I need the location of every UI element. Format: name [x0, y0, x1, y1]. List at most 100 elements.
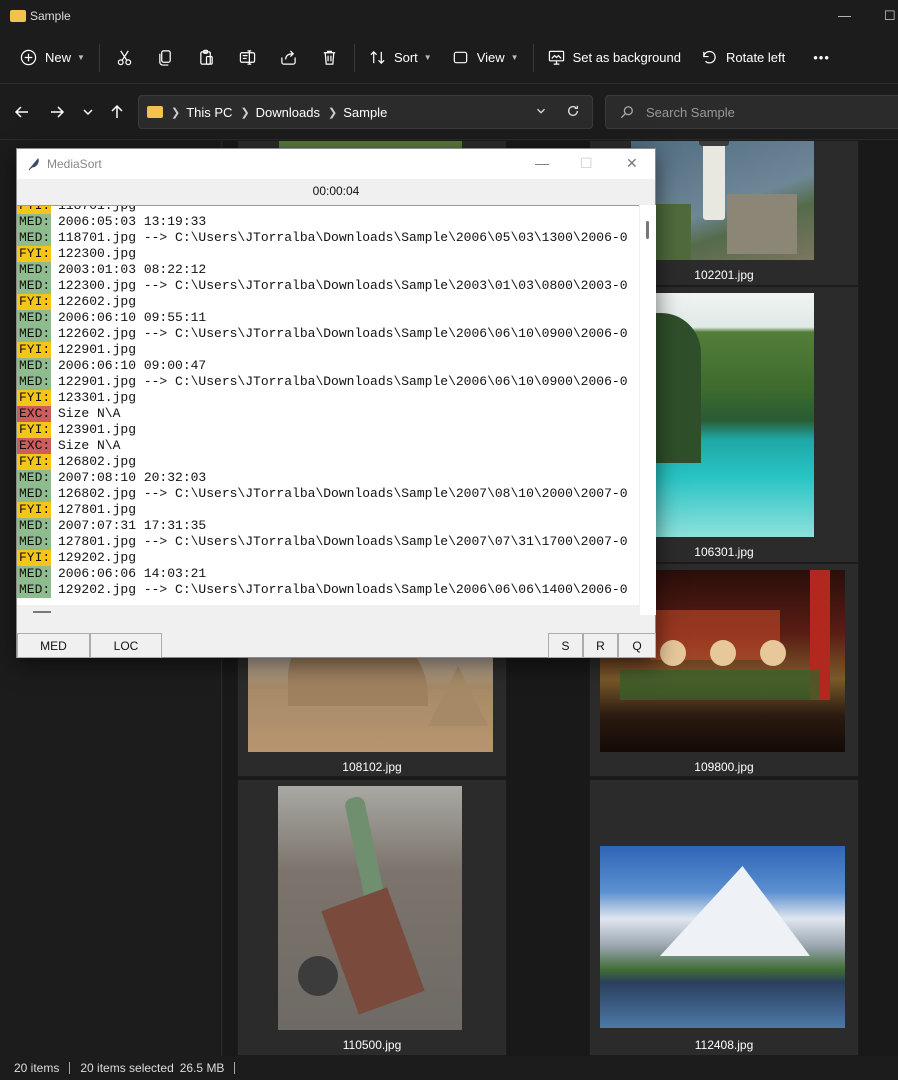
- log-tag: MED:: [17, 582, 51, 598]
- log-line: MED: 122300.jpg --> C:\Users\JTorralba\Do…: [17, 278, 628, 294]
- file-tile[interactable]: 110500.jpg: [237, 779, 507, 1056]
- log-text: Size N\A: [58, 438, 121, 453]
- address-dropdown-button[interactable]: [534, 104, 548, 121]
- arrow-right-icon: [51, 106, 65, 118]
- log-line: MED: 2003:01:03 08:22:12: [17, 262, 206, 278]
- log-line: FYI: 118701.jpg: [17, 206, 136, 214]
- breadcrumb-sample[interactable]: Sample: [343, 105, 387, 120]
- search-input[interactable]: [646, 104, 846, 120]
- minimize-button[interactable]: —: [535, 155, 549, 171]
- log-line: MED: 2006:06:10 09:55:11: [17, 310, 206, 326]
- s-button[interactable]: S: [548, 633, 583, 658]
- file-name: 108102.jpg: [342, 760, 402, 774]
- view-button[interactable]: View ▼: [442, 40, 529, 76]
- more-options-button[interactable]: •••: [803, 40, 840, 76]
- rotate-left-icon: [703, 50, 716, 64]
- vertical-scrollbar[interactable]: [640, 205, 656, 615]
- log-text: 2006:06:10 09:55:11: [58, 310, 207, 325]
- log-tag: EXC:: [17, 406, 51, 422]
- log-text: 129202.jpg --> C:\Users\JTorralba\Downlo…: [58, 582, 628, 597]
- rotate-left-label: Rotate left: [725, 50, 786, 65]
- log-tag: MED:: [17, 214, 51, 230]
- rotate-left-button[interactable]: Rotate left: [691, 40, 795, 76]
- new-button[interactable]: New ▼: [10, 40, 95, 76]
- log-line: MED: 2006:05:03 13:19:33: [17, 214, 206, 230]
- rename-button[interactable]: [227, 40, 268, 76]
- log-text: 122901.jpg --> C:\Users\JTorralba\Downlo…: [58, 374, 628, 389]
- address-bar[interactable]: ❯ This PC ❯ Downloads ❯ Sample: [138, 95, 593, 129]
- scroll-thumb[interactable]: [33, 611, 51, 613]
- refresh-icon: [567, 105, 579, 116]
- r-button[interactable]: R: [583, 633, 618, 658]
- sort-label: Sort: [393, 50, 418, 65]
- log-text: 126802.jpg: [58, 454, 137, 469]
- log-output: FYI: 118701.jpg MED: 2006:05:03 13:19:33 MED…: [17, 205, 639, 605]
- forward-button[interactable]: [47, 102, 67, 122]
- sort-button[interactable]: Sort ▼: [359, 40, 442, 76]
- copy-button[interactable]: [145, 40, 186, 76]
- log-tag: FYI:: [17, 390, 51, 406]
- log-line: MED: 126802.jpg --> C:\Users\JTorralba\Do…: [17, 486, 628, 502]
- log-tag: EXC:: [17, 438, 51, 454]
- mediasort-title: MediaSort: [47, 157, 102, 171]
- file-tile[interactable]: 112408.jpg: [589, 779, 859, 1056]
- breadcrumb-this-pc[interactable]: This PC: [186, 105, 232, 120]
- minimize-button[interactable]: —: [838, 8, 851, 23]
- log-line: MED: 2006:06:10 09:00:47: [17, 358, 206, 374]
- title-bar: Sample — ☐: [0, 0, 898, 32]
- search-box[interactable]: [605, 95, 898, 129]
- breadcrumb-downloads[interactable]: Downloads: [256, 105, 320, 120]
- log-line: FYI: 122901.jpg: [17, 342, 136, 358]
- log-line: FYI: 129202.jpg: [17, 550, 136, 566]
- scroll-thumb[interactable]: [646, 221, 649, 239]
- maximize-button[interactable]: ☐: [884, 8, 896, 24]
- status-bar: 20 items 20 items selected 26.5 MB: [0, 1056, 898, 1080]
- breadcrumb-chevron-icon: ❯: [171, 106, 181, 119]
- paste-button[interactable]: [186, 40, 227, 76]
- set-as-background-button[interactable]: Set as background: [538, 40, 691, 76]
- log-text: Size N\A: [58, 406, 121, 421]
- rename-icon: [239, 50, 256, 65]
- search-icon: [620, 106, 633, 119]
- back-button[interactable]: [12, 102, 32, 122]
- log-line: EXC: Size N\A: [17, 438, 120, 454]
- log-tag: MED:: [17, 230, 51, 246]
- horizontal-scrollbar[interactable]: [17, 605, 639, 619]
- window-title: Sample: [30, 9, 71, 23]
- loc-button[interactable]: LOC: [90, 633, 162, 658]
- log-line: MED: 2006:06:06 14:03:21: [17, 566, 206, 582]
- log-text: 122300.jpg --> C:\Users\JTorralba\Downlo…: [58, 278, 628, 293]
- med-button[interactable]: MED: [17, 633, 90, 658]
- log-tag: MED:: [17, 310, 51, 326]
- q-button[interactable]: Q: [618, 633, 656, 658]
- close-button[interactable]: ✕: [626, 155, 638, 172]
- log-line: EXC: Size N\A: [17, 406, 120, 422]
- share-button[interactable]: [268, 40, 309, 76]
- status-divider: [234, 1062, 236, 1074]
- recent-locations-button[interactable]: [78, 102, 98, 122]
- log-line: MED: 122901.jpg --> C:\Users\JTorralba\Do…: [17, 374, 628, 390]
- cut-button[interactable]: [104, 40, 145, 76]
- sort-icon: [370, 50, 385, 65]
- elapsed-timer: 00:00:04: [312, 184, 360, 198]
- log-text: 126802.jpg --> C:\Users\JTorralba\Downlo…: [58, 486, 628, 501]
- log-text: 122901.jpg: [58, 342, 137, 357]
- log-line: MED: 2007:07:31 17:31:35: [17, 518, 206, 534]
- refresh-button[interactable]: [566, 104, 580, 121]
- delete-button[interactable]: [309, 40, 350, 76]
- log-tag: MED:: [17, 518, 51, 534]
- view-label: View: [476, 50, 505, 65]
- set-as-background-label: Set as background: [572, 50, 681, 65]
- up-button[interactable]: [107, 102, 127, 122]
- paste-icon: [200, 49, 213, 65]
- log-tag: MED:: [17, 326, 51, 342]
- share-icon: [281, 50, 296, 65]
- mediasort-window: MediaSort — ☐ ✕ 00:00:04 FYI: 118701.jpg M…: [16, 148, 656, 658]
- log-line: FYI: 122300.jpg: [17, 246, 136, 262]
- log-tag: FYI:: [17, 454, 51, 470]
- selected-size: 26.5 MB: [179, 1061, 225, 1075]
- arrow-up-icon: [111, 104, 123, 118]
- folder-icon: [147, 106, 163, 118]
- log-text: 118701.jpg --> C:\Users\JTorralba\Downlo…: [58, 230, 628, 245]
- toolbar-separator: [98, 43, 100, 72]
